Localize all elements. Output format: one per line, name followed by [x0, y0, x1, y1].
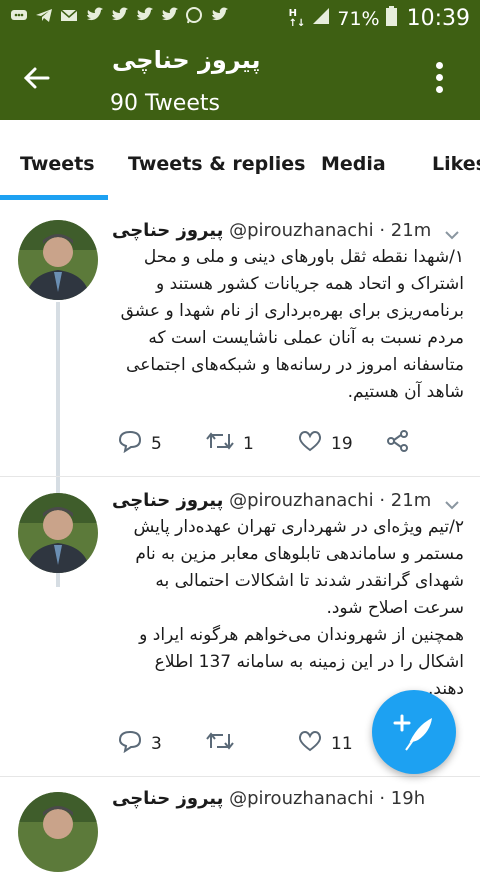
twitter-icon [210, 7, 228, 23]
mail-icon [60, 7, 78, 23]
tweet-author-name[interactable]: پیروز حناچی [112, 788, 223, 809]
tweet-header: پیروز حناچی @pirouzhanachi · 21m [112, 490, 436, 511]
telegram-icon [35, 7, 53, 23]
heart-icon [297, 729, 323, 758]
like-button[interactable]: 11 [297, 729, 353, 758]
signal-icon [311, 7, 331, 30]
reply-count: 3 [151, 733, 162, 754]
tweet-divider [0, 476, 480, 477]
retweet-button[interactable]: 1 [205, 429, 254, 458]
twitter-icon [135, 7, 153, 23]
share-button[interactable] [385, 429, 411, 458]
avatar[interactable] [18, 792, 98, 872]
tweet-author-handle: @pirouzhanachi [229, 788, 374, 809]
data-icon: H ↑↓ [288, 7, 306, 29]
reply-icon [117, 729, 143, 758]
message-icon [10, 7, 28, 23]
compose-feather-icon [372, 714, 456, 778]
status-bar: H ↑↓ 71% 10:39 [0, 0, 480, 36]
like-count: 11 [331, 733, 353, 754]
clock: 10:39 [406, 6, 470, 31]
reply-button[interactable]: 5 [117, 429, 162, 458]
tab-tweets[interactable]: Tweets [20, 153, 95, 175]
tweet-author-name[interactable]: پیروز حناچی [112, 490, 223, 511]
reply-button[interactable]: 3 [117, 729, 162, 758]
reply-count: 5 [151, 433, 162, 454]
tab-media[interactable]: Media [321, 153, 386, 175]
tab-tweets-replies[interactable]: Tweets & replies [128, 153, 305, 175]
share-icon [385, 429, 411, 458]
like-button[interactable]: 19 [297, 429, 353, 458]
retweet-count: 1 [243, 433, 254, 454]
tweet-header: پیروز حناچی @pirouzhanachi · 19h [112, 788, 436, 809]
tweet-count: 90 Tweets [110, 91, 220, 116]
battery-icon [385, 6, 397, 31]
notification-icons [10, 7, 228, 24]
tab-likes[interactable]: Likes [432, 153, 480, 175]
retweet-icon [205, 729, 235, 758]
profile-tabs: Tweets Tweets & replies Media Likes [0, 120, 480, 201]
profile-name: پیروز حناچی [112, 46, 261, 74]
reply-icon [117, 429, 143, 458]
twitter-icon [110, 7, 128, 23]
tweet-menu-chevron-icon[interactable] [444, 226, 460, 240]
tweet-time: · 19h [379, 788, 426, 809]
heart-icon [297, 429, 323, 458]
back-arrow-icon[interactable] [20, 61, 54, 95]
like-count: 19 [331, 433, 353, 454]
avatar[interactable] [18, 493, 98, 573]
tweet-time: · 21m [379, 490, 432, 511]
retweet-button[interactable] [205, 729, 243, 758]
battery-percent: 71% [337, 7, 380, 30]
twitter-icon [85, 7, 103, 23]
twitter-icon [160, 7, 178, 23]
profile-app-bar: پیروز حناچی 90 Tweets [0, 36, 480, 120]
tweet-text: ۲/تیم ویژه‌ای در شهرداری تهران عهده‌دار … [133, 517, 464, 699]
compose-tweet-button[interactable] [372, 690, 456, 774]
more-options-icon[interactable] [432, 62, 446, 98]
tweet-author-handle: @pirouzhanachi [229, 490, 374, 511]
tweet-author-name[interactable]: پیروز حناچی [112, 220, 223, 241]
tweet-actions: 5 1 19 [117, 429, 417, 459]
retweet-icon [205, 429, 235, 458]
tweet-menu-chevron-icon[interactable] [444, 496, 460, 510]
tweet-header: پیروز حناچی @pirouzhanachi · 21m [112, 220, 436, 241]
avatar[interactable] [18, 220, 98, 300]
tweet-text: ۱/شهدا نقطه ثقل باورهای دینی و ملی و محل… [120, 247, 464, 402]
tweet-time: · 21m [379, 220, 432, 241]
whatsapp-icon [185, 7, 203, 24]
tweet-author-handle: @pirouzhanachi [229, 220, 374, 241]
